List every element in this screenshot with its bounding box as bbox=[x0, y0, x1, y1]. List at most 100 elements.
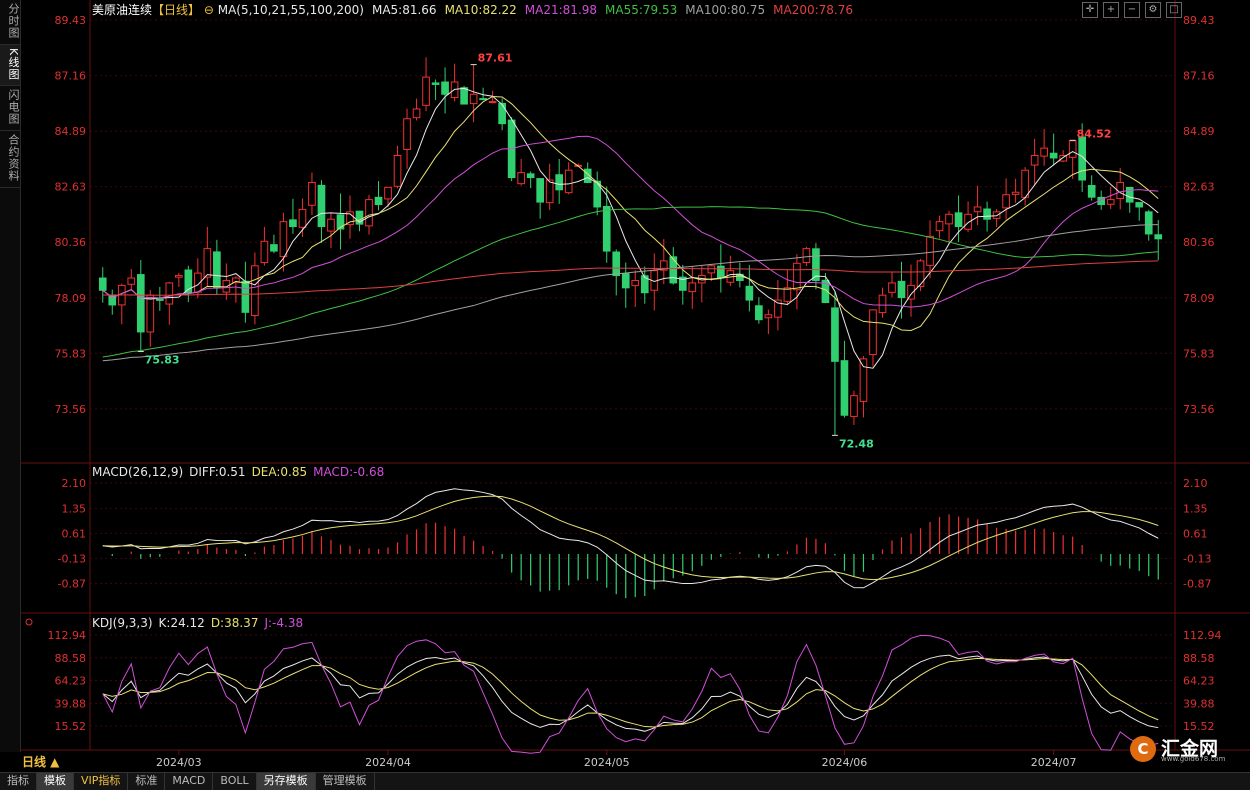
fullscreen-icon[interactable]: □ bbox=[1166, 2, 1182, 18]
ma-params: MA(5,10,21,55,100,200) bbox=[218, 3, 364, 17]
candle-body-90 bbox=[954, 212, 963, 228]
kdj-settings-icon bbox=[25, 618, 33, 626]
kdj-tick-left-0: 15.52 bbox=[55, 720, 87, 733]
candle-body-28 bbox=[365, 199, 373, 227]
candle-body-11 bbox=[203, 248, 212, 278]
candle-body-82 bbox=[878, 294, 887, 314]
candle-body-91 bbox=[964, 213, 972, 230]
candle-body-30 bbox=[384, 186, 392, 200]
candle-body-38 bbox=[460, 87, 468, 105]
candle-body-80 bbox=[859, 358, 868, 402]
macd-value-0: DIFF:0.51 bbox=[189, 465, 245, 479]
macd-tick-left-1: -0.13 bbox=[58, 552, 86, 565]
macd-tick-right-3: 1.35 bbox=[1183, 502, 1208, 515]
candle-body-39 bbox=[469, 93, 478, 105]
ma-value-3: MA55:79.53 bbox=[605, 3, 677, 17]
sidebar-tab-1[interactable]: K线图 bbox=[0, 45, 20, 87]
candle-body-94 bbox=[992, 211, 1001, 219]
bottom-tab-0[interactable]: 指标 bbox=[0, 773, 37, 790]
bottom-tab-7[interactable]: 管理模板 bbox=[316, 773, 375, 790]
candle-body-83 bbox=[888, 282, 896, 293]
kdj-tick-right-2: 64.23 bbox=[1183, 675, 1215, 688]
candle-body-111 bbox=[1154, 234, 1163, 240]
ma5-line bbox=[102, 87, 1159, 369]
annotation-1: 75.83 bbox=[145, 354, 180, 367]
ma-value-4: MA100:80.75 bbox=[685, 3, 765, 17]
x-label-0: 2024/03 bbox=[156, 756, 202, 769]
kdj-tick-right-1: 39.88 bbox=[1183, 697, 1215, 710]
crosshair-icon[interactable]: ✛ bbox=[1082, 2, 1098, 18]
candle-body-19 bbox=[279, 221, 288, 258]
candle-body-69 bbox=[755, 305, 763, 321]
settings-icon[interactable]: ⚙ bbox=[1145, 2, 1161, 18]
candle-body-12 bbox=[213, 251, 221, 289]
candle-body-21 bbox=[298, 208, 307, 228]
kdj-tick-left-2: 64.23 bbox=[55, 675, 87, 688]
annotation-2: 72.48 bbox=[839, 437, 874, 450]
candle-body-48 bbox=[555, 174, 564, 191]
macd-tick-right-2: 0.61 bbox=[1183, 527, 1208, 540]
ma-value-1: MA10:82.22 bbox=[445, 3, 517, 17]
bottom-tab-1[interactable]: 模板 bbox=[37, 773, 74, 790]
kdj-d-line bbox=[102, 657, 1159, 728]
symbol-name: 美原油连续 bbox=[92, 2, 152, 17]
kdj-tick-left-3: 88.58 bbox=[55, 652, 87, 665]
candle-body-7 bbox=[165, 282, 174, 305]
price-tick-right-0: 73.56 bbox=[1183, 403, 1215, 416]
bottom-tab-3[interactable]: 标准 bbox=[128, 773, 166, 790]
period-selector[interactable]: 日线 ▲ bbox=[22, 753, 59, 770]
price-tick-right-3: 80.36 bbox=[1183, 236, 1215, 249]
candle-body-102 bbox=[1068, 140, 1077, 158]
zoom-in-icon[interactable]: + bbox=[1103, 2, 1119, 18]
bottom-tab-5[interactable]: BOLL bbox=[213, 773, 257, 790]
price-tick-left-7: 89.43 bbox=[55, 14, 87, 27]
macd-value-1: DEA:0.85 bbox=[252, 465, 308, 479]
kdj-value-2: J:-4.38 bbox=[263, 616, 303, 630]
macd-tick-left-3: 1.35 bbox=[62, 502, 87, 515]
candle-body-34 bbox=[422, 76, 430, 106]
kdj-tick-right-4: 112.94 bbox=[1183, 629, 1222, 642]
annotation-3: 84.52 bbox=[1077, 127, 1112, 140]
candle-body-55 bbox=[621, 273, 630, 289]
bottom-tab-4[interactable]: MACD bbox=[165, 773, 214, 790]
candle-body-79 bbox=[850, 395, 858, 417]
candle-body-40 bbox=[479, 98, 487, 101]
main-header: 美原油连续【日线】 ⊖ MA(5,10,21,55,100,200) MA5:81… bbox=[92, 2, 853, 17]
candle-body-45 bbox=[526, 173, 535, 179]
candle-body-0 bbox=[98, 277, 107, 291]
macd-tick-right-1: -0.13 bbox=[1183, 552, 1211, 565]
ma-value-0: MA5:81.66 bbox=[372, 3, 437, 17]
candle-body-68 bbox=[745, 285, 754, 301]
bottom-tab-bar: 指标 模板 VIP指标 标准 MACD BOLL 另存模板 管理模板 bbox=[0, 772, 1250, 790]
candle-body-36 bbox=[441, 81, 449, 95]
candle-body-97 bbox=[1021, 169, 1029, 198]
kdj-k-line bbox=[102, 654, 1159, 732]
candle-body-35 bbox=[431, 82, 440, 85]
logo-url: www.gold678.com bbox=[1161, 755, 1226, 763]
candle-body-88 bbox=[935, 221, 944, 232]
candles bbox=[98, 57, 1163, 436]
chart-toolbar: ✛ + − ⚙ □ bbox=[1082, 2, 1182, 18]
price-tick-left-0: 73.56 bbox=[55, 403, 87, 416]
ma-value-5: MA200:78.76 bbox=[773, 3, 853, 17]
candle-body-73 bbox=[793, 262, 801, 291]
candle-body-81 bbox=[869, 309, 877, 356]
ma55-line bbox=[102, 206, 1159, 358]
chart-canvas[interactable]: 73.56 73.56 75.83 75.83 78.09 78.09 80.36 80.36… bbox=[0, 0, 1250, 789]
price-tick-right-2: 78.09 bbox=[1183, 292, 1215, 305]
candle-body-29 bbox=[374, 196, 383, 206]
zoom-out-icon[interactable]: − bbox=[1124, 2, 1140, 18]
x-label-2: 2024/05 bbox=[584, 756, 630, 769]
bottom-tab-2[interactable]: VIP指标 bbox=[74, 773, 129, 790]
kdj-header: KDJ(9,3,3) K:24.12 D:38.37 J:-4.38 bbox=[92, 616, 303, 630]
price-tick-right-5: 84.89 bbox=[1183, 125, 1215, 138]
macd-tick-left-2: 0.61 bbox=[62, 527, 87, 540]
bottom-tab-6[interactable]: 另存模板 bbox=[256, 773, 316, 790]
candle-body-74 bbox=[802, 248, 811, 263]
sidebar-tab-3[interactable]: 合约资料 bbox=[0, 131, 20, 189]
sidebar-tab-0[interactable]: 分时图 bbox=[0, 0, 20, 45]
candle-body-62 bbox=[688, 282, 697, 293]
candle-body-4 bbox=[136, 274, 145, 333]
sidebar-tab-2[interactable]: 闪电图 bbox=[0, 86, 20, 132]
macd-header: MACD(26,12,9) DIFF:0.51 DEA:0.85 MACD:-0.68 bbox=[92, 465, 384, 479]
